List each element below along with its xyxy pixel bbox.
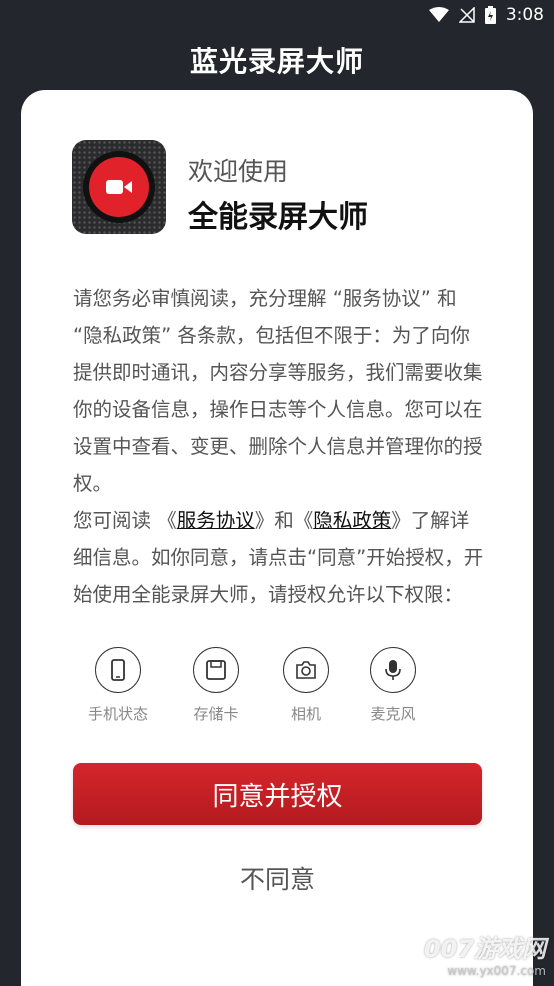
permission-phone-state: 手机状态: [73, 647, 163, 724]
battery-charging-icon: [484, 6, 496, 24]
page-title: 蓝光录屏大师: [189, 45, 364, 78]
sd-card-icon: [206, 660, 226, 680]
privacy-paragraph: 请您务必审慎阅读，充分理解 “服务协议” 和 “隐私政策” 各条款，包括但不限于…: [73, 287, 483, 495]
status-time: 3:08: [505, 5, 544, 25]
watermark: 007游戏网 www.yx007.com: [424, 929, 546, 978]
signal-off-icon: [458, 7, 475, 23]
phone-icon: [111, 659, 125, 681]
privacy-links-paragraph: 您可阅读 《服务协议》和《隐私政策》了解详细信息。如你同意，请点击“同意”开始授…: [73, 509, 484, 606]
microphone-icon: [385, 660, 401, 680]
privacy-text: 请您务必审慎阅读，充分理解 “服务协议” 和 “隐私政策” 各条款，包括但不限于…: [73, 280, 488, 613]
wifi-icon: [428, 7, 449, 22]
permission-list: 手机状态 存储卡 相机 麦克风: [88, 647, 463, 737]
permission-label: 麦克风: [370, 705, 416, 723]
video-camera-icon: [106, 180, 132, 194]
permission-label: 存储卡: [193, 705, 239, 723]
welcome-text: 欢迎使用: [188, 157, 289, 186]
status-icons: 3:08: [428, 5, 544, 25]
camera-icon: [296, 661, 316, 679]
disagree-button[interactable]: 不同意: [73, 853, 482, 903]
permission-camera: 相机: [261, 647, 351, 724]
watermark-url: www.yx007.com: [447, 964, 546, 978]
permission-label: 相机: [290, 705, 321, 723]
terms-link[interactable]: 服务协议: [177, 509, 255, 532]
watermark-logo: 007游戏网: [423, 935, 546, 963]
permission-storage: 存储卡: [171, 647, 261, 724]
status-bar: 3:08: [0, 0, 554, 30]
app-logo: [72, 140, 166, 234]
privacy-policy-link[interactable]: 隐私政策: [313, 509, 391, 532]
agree-button[interactable]: 同意并授权: [73, 763, 482, 825]
app-name: 全能录屏大师: [188, 200, 368, 235]
permission-microphone: 麦克风: [348, 647, 438, 724]
permission-label: 手机状态: [87, 705, 148, 723]
privacy-dialog: 欢迎使用 全能录屏大师 请您务必审慎阅读，充分理解 “服务协议” 和 “隐私政策…: [21, 90, 533, 986]
